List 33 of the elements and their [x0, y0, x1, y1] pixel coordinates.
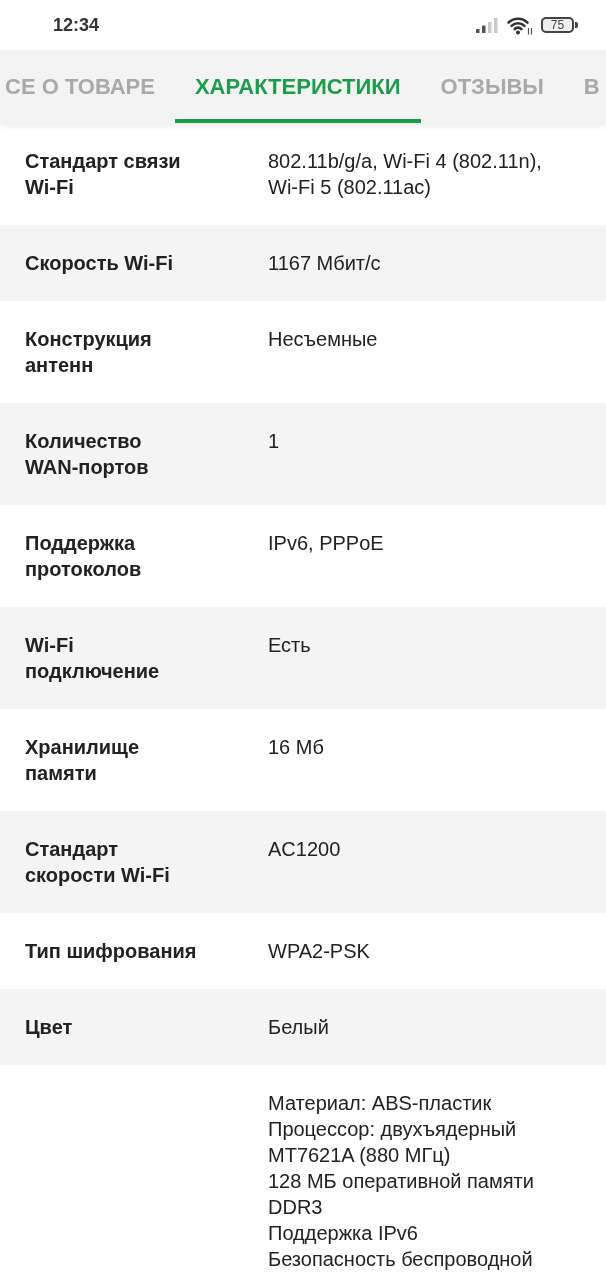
spec-value: 16 Мб [268, 735, 324, 760]
spec-label: Тип шифрования [25, 939, 198, 964]
spec-label: Цвет [25, 1015, 74, 1040]
spec-label: Стандарт связи Wi-Fi [25, 149, 182, 200]
spec-value: 128 МБ оперативной памяти DDR3 [268, 1169, 535, 1220]
spec-label: Скорость Wi-Fi [25, 251, 175, 276]
spec-label: Хранилище памяти [25, 735, 141, 786]
tab[interactable]: СЕ О ТОВАРЕ [0, 50, 175, 123]
wifi-icon [506, 15, 533, 35]
status-time: 12:34 [53, 14, 101, 36]
spec-label: Wi-Fi подключение [25, 633, 161, 684]
spec-value: Поддержка IPv6 [268, 1221, 418, 1246]
spec-value: Несъемные [268, 327, 378, 352]
spec-label: Конструкция антенн [25, 327, 153, 378]
spec-value: Процессор: двухъядерный MT7621A (880 МГц) [268, 1117, 518, 1168]
spec-label: Количество WAN-портов [25, 429, 150, 480]
tab[interactable]: ОТЗЫВЫ [420, 50, 564, 123]
spec-label: Стандарт скорости Wi-Fi [25, 837, 171, 888]
battery-indicator: 75 [541, 17, 574, 33]
spec-value: Есть [268, 633, 311, 658]
tab[interactable]: В [563, 50, 606, 123]
spec-value: IPv6, PPPoE [268, 531, 384, 556]
spec-value: 1 [268, 429, 280, 454]
spec-value: Материал: ABS-пластик [268, 1091, 492, 1116]
spec-value: 802.11b/g/a, Wi-Fi 4 (802.11n), Wi-Fi 5 (802.11ac) [268, 149, 543, 200]
spec-value: Белый [268, 1015, 329, 1040]
battery-tip-icon [575, 22, 578, 28]
spec-label: Поддержка протоколов [25, 531, 143, 582]
spec-value: Безопасность беспроводной [268, 1247, 533, 1272]
spec-value: AC1200 [268, 837, 341, 862]
signal-icon [476, 17, 498, 33]
spec-value: WPA2-PSK [268, 939, 370, 964]
spec-value: 1167 Мбит/с [268, 251, 381, 276]
